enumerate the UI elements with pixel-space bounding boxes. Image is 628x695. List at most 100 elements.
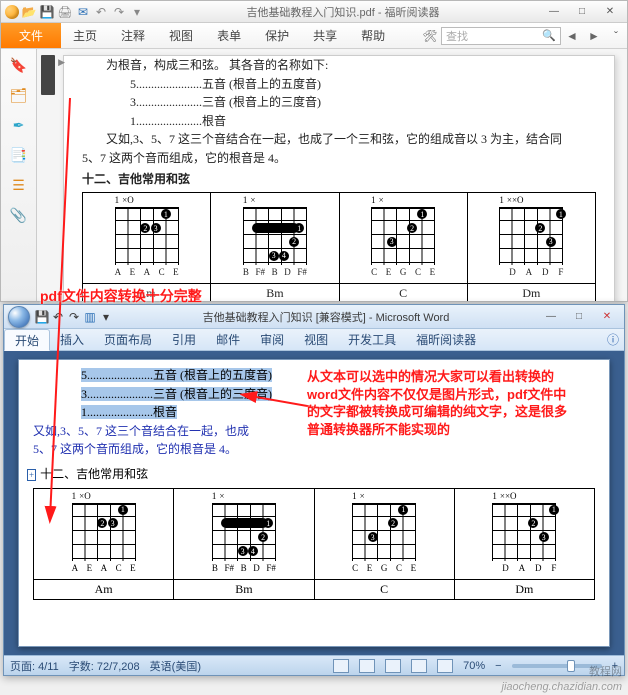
open-icon[interactable]: 📂	[21, 4, 37, 20]
tools-icon[interactable]: 🛠	[419, 23, 441, 48]
outline-plus-icon[interactable]: +	[27, 469, 36, 481]
view-web-icon[interactable]	[385, 659, 401, 673]
view-read-icon[interactable]	[359, 659, 375, 673]
chord-table: 1×O 123 AEACE 1× 1234 BF#BDF#	[33, 488, 595, 600]
tab-insert[interactable]: 插入	[50, 329, 94, 350]
annotation-text: pdf文件内容转换十分完整	[40, 286, 202, 306]
close-button[interactable]: ✕	[594, 309, 620, 325]
selected-text[interactable]: 3......................三音 (根音上的三度音)	[81, 387, 272, 401]
doc-line: 3......................三音 (根音上的三度音)	[82, 93, 596, 112]
doc-line: 1......................根音	[82, 112, 596, 131]
chord-table: 1×O 1 2 3 AEACE 1×	[82, 192, 596, 301]
office-orb-icon[interactable]	[8, 306, 30, 328]
chord-cell-c: 1× 1 2 3 CEGCE	[339, 193, 467, 284]
foxit-ribbon: 文件 主页 注释 视图 表单 保护 共享 帮助 🛠 查找 🔍 ◄ ► ˇ	[1, 23, 627, 49]
tab-foxit[interactable]: 福昕阅读器	[406, 329, 486, 350]
layers-icon[interactable]: 📑	[9, 145, 29, 165]
save-icon[interactable]: 💾	[39, 4, 55, 20]
tab-comment[interactable]: 注释	[109, 23, 157, 48]
foxit-page-area[interactable]: 为根音，构成三和弦。 其各音的名称如下: 5..................…	[37, 49, 627, 301]
doc-heading: 十二、吉他常用和弦	[82, 170, 596, 189]
list-icon[interactable]: ☰	[9, 175, 29, 195]
view-draft-icon[interactable]	[437, 659, 453, 673]
new-icon[interactable]: ▥	[82, 309, 98, 325]
chord-cell-am: 1×O 1 2 3 AEACE	[83, 193, 211, 284]
tab-file[interactable]: 文件	[1, 23, 61, 48]
print-icon[interactable]: 🖨	[57, 4, 73, 20]
status-lang[interactable]: 英语(美国)	[150, 658, 201, 674]
prev-match-button[interactable]: ◄	[561, 23, 583, 48]
qat-dropdown-icon[interactable]: ▾	[98, 309, 114, 325]
next-match-button[interactable]: ►	[583, 23, 605, 48]
tab-home[interactable]: 主页	[61, 23, 109, 48]
word-ribbon: 开始 插入 页面布局 引用 邮件 审阅 视图 开发工具 福昕阅读器 ⓘ	[4, 329, 624, 351]
minimize-button[interactable]: —	[538, 309, 564, 325]
qat-dropdown-icon[interactable]: ▾	[129, 4, 145, 20]
attachment-icon[interactable]: 📎	[9, 205, 29, 225]
doc-heading: +十二、吉他常用和弦	[27, 465, 595, 484]
page-indicator	[41, 55, 55, 95]
foxit-window-title: 吉他基础教程入门知识.pdf - 福昕阅读器	[145, 4, 541, 20]
fretboard-icon: 1 2 3 4	[243, 207, 307, 265]
annotation-text: 从文本可以选中的情况大家可以看出转换的 word文件内容不仅仅是图片形式，pdf…	[307, 368, 567, 438]
fretboard-icon: 123	[352, 503, 416, 561]
maximize-button[interactable]: □	[569, 4, 595, 20]
chord-cell-dm: 1××O 1 2 3 DADF	[467, 193, 595, 284]
redo-icon[interactable]: ↷	[111, 4, 127, 20]
status-page[interactable]: 页面: 4/11	[10, 658, 59, 674]
tab-review[interactable]: 审阅	[250, 329, 294, 350]
foxit-logo-icon	[5, 5, 19, 19]
email-icon[interactable]: ✉	[75, 4, 91, 20]
collapse-ribbon-icon[interactable]: ˇ	[605, 23, 627, 48]
doc-line: 5、7 这两个音而组成，它的根音是 4。	[82, 149, 596, 168]
fretboard-icon: 1234	[212, 503, 276, 561]
tab-mailings[interactable]: 邮件	[206, 329, 250, 350]
tab-developer[interactable]: 开发工具	[338, 329, 406, 350]
undo-icon[interactable]: ↶	[93, 4, 109, 20]
bookmark-icon[interactable]: 🔖	[9, 55, 29, 75]
doc-line: 为根音，构成三和弦。 其各音的名称如下:	[82, 56, 596, 75]
tab-protect[interactable]: 保护	[253, 23, 301, 48]
fretboard-icon: 1 2 3	[371, 207, 435, 265]
doc-line: 又如,3、5、7 这三个音结合在一起，也成了一个三和弦，它的组成音以 3 为主，…	[82, 130, 596, 149]
status-words[interactable]: 字数: 72/7,208	[69, 658, 140, 674]
tab-help[interactable]: 帮助	[349, 23, 397, 48]
foxit-titlebar: 📂 💾 🖨 ✉ ↶ ↷ ▾ 吉他基础教程入门知识.pdf - 福昕阅读器 — □…	[1, 1, 627, 23]
selected-text[interactable]: 5......................五音 (根音上的五度音)	[81, 368, 272, 382]
chord-name: Am	[34, 579, 174, 599]
status-zoom[interactable]: 70%	[463, 660, 485, 672]
tab-view[interactable]: 视图	[294, 329, 338, 350]
page-thumb-icon[interactable]: 🗂	[9, 85, 29, 105]
help-icon[interactable]: ⓘ	[602, 329, 624, 350]
tab-layout[interactable]: 页面布局	[94, 329, 162, 350]
tab-home[interactable]: 开始	[4, 329, 50, 351]
zoom-out-button[interactable]: −	[495, 660, 501, 672]
tab-references[interactable]: 引用	[162, 329, 206, 350]
word-statusbar: 页面: 4/11 字数: 72/7,208 英语(美国) 70% − +	[4, 655, 624, 675]
save-icon[interactable]: 💾	[34, 309, 50, 325]
chord-name: Dm	[454, 579, 594, 599]
watermark: jiaocheng.chazidian.com	[502, 681, 622, 693]
watermark: 教程网	[589, 663, 622, 679]
fretboard-icon: 123	[72, 503, 136, 561]
tab-share[interactable]: 共享	[301, 23, 349, 48]
maximize-button[interactable]: □	[566, 309, 592, 325]
tab-view[interactable]: 视图	[157, 23, 205, 48]
doc-line: 5......................五音 (根音上的五度音)	[82, 75, 596, 94]
search-icon: 🔍	[542, 29, 556, 42]
search-placeholder: 查找	[446, 28, 468, 44]
view-print-icon[interactable]	[333, 659, 349, 673]
chord-name: Bm	[174, 579, 314, 599]
undo-icon[interactable]: ↶	[50, 309, 66, 325]
tab-form[interactable]: 表单	[205, 23, 253, 48]
close-button[interactable]: ✕	[597, 4, 623, 20]
selected-text[interactable]: 1......................根音	[81, 405, 177, 419]
signature-icon[interactable]: ✒	[9, 115, 29, 135]
word-window: 💾 ↶ ↷ ▥ ▾ 吉他基础教程入门知识 [兼容模式] - Microsoft …	[3, 304, 625, 676]
redo-icon[interactable]: ↷	[66, 309, 82, 325]
word-window-title: 吉他基础教程入门知识 [兼容模式] - Microsoft Word	[114, 309, 538, 325]
foxit-window: 📂 💾 🖨 ✉ ↶ ↷ ▾ 吉他基础教程入门知识.pdf - 福昕阅读器 — □…	[0, 0, 628, 302]
search-input[interactable]: 查找 🔍	[441, 27, 561, 45]
minimize-button[interactable]: —	[541, 4, 567, 20]
view-outline-icon[interactable]	[411, 659, 427, 673]
